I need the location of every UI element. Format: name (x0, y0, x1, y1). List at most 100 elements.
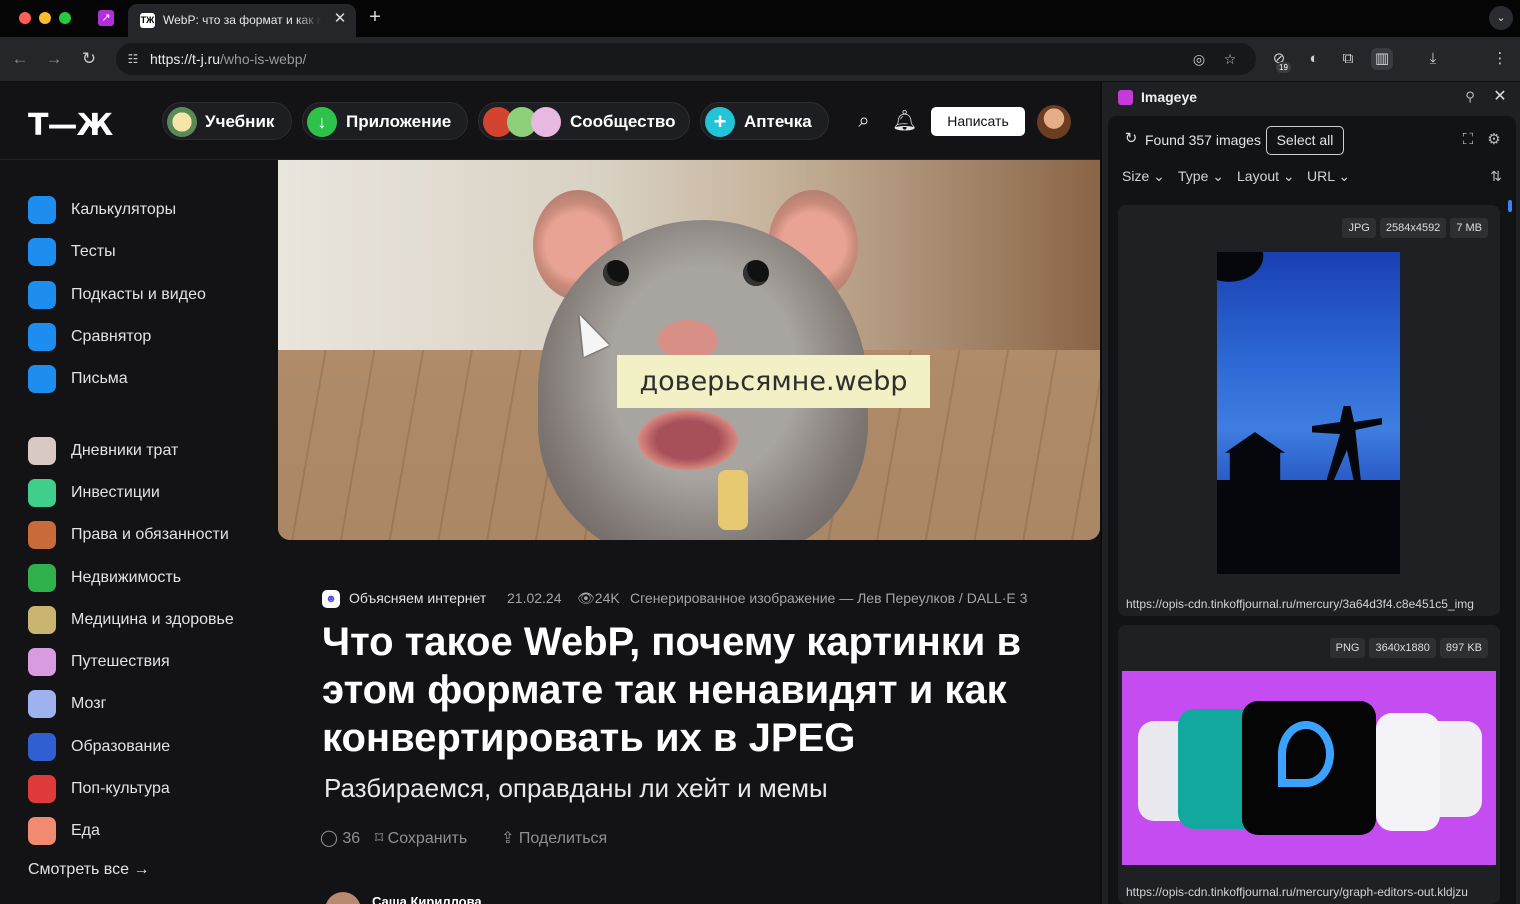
search-icon[interactable]: ⌕ (852, 109, 876, 133)
image-thumbnail[interactable] (1122, 671, 1496, 865)
pin-icon[interactable]: ⚲ (1461, 88, 1479, 106)
image-card[interactable]: PNG 3640x1880 897 KB https://opis-cdn.tink… (1118, 625, 1500, 904)
image-card[interactable]: JPG 2584x4592 7 MB https://opis-cdn.tinkof… (1118, 205, 1500, 616)
download-app-icon: ↓ (307, 107, 337, 137)
sidebar-item[interactable]: Сравнятор (28, 323, 268, 353)
maximize-window-button[interactable] (59, 12, 71, 24)
sidebar-item-label: Письма (71, 370, 128, 387)
filter-type[interactable]: Type ⌄ (1178, 168, 1224, 185)
sidebar-item-label: Недвижимость (71, 569, 182, 586)
sidebar-item[interactable]: Калькуляторы (28, 196, 268, 226)
sidebar-item[interactable]: Образование (28, 733, 268, 763)
download-icon[interactable]: ⤓ (1422, 48, 1444, 70)
author-name[interactable]: Саша Кириллова (372, 894, 482, 904)
sidebar-item[interactable]: Дневники трат (28, 437, 268, 467)
pinned-tab-icon[interactable]: ↗ (98, 10, 114, 26)
sidebar-item[interactable]: Инвестиции (28, 479, 268, 509)
tab-favicon-icon: TЖ (140, 13, 155, 28)
minimize-window-button[interactable] (39, 12, 51, 24)
close-window-button[interactable] (19, 12, 31, 24)
nav-community[interactable]: Сообщество (478, 102, 690, 140)
article-title: Что такое WebP, почему картинки в этом ф… (322, 620, 1022, 760)
share-button[interactable]: ⇪ Поделиться (501, 828, 607, 848)
author-avatar[interactable] (325, 892, 361, 904)
sidebar-item-label: Сравнятор (71, 328, 152, 345)
save-button[interactable]: ⌑ Сохранить (375, 828, 467, 848)
category-icon (28, 521, 56, 549)
filter-url[interactable]: URL ⌄ (1307, 168, 1350, 185)
sidebar-item[interactable]: Медицина и здоровье (28, 606, 268, 636)
sidebar-item[interactable]: Письма (28, 365, 268, 395)
gear-icon[interactable]: ⚙ (1484, 130, 1504, 150)
nav-medkit[interactable]: + Аптечка (700, 102, 829, 140)
category-icon (28, 733, 56, 761)
rubric-link[interactable]: Объясняем интернет (349, 590, 486, 606)
refresh-icon[interactable]: ↻ (1122, 130, 1140, 148)
share-icon: ⇪ (501, 830, 519, 847)
nav-label: Учебник (205, 112, 275, 131)
sort-icon[interactable]: ⇅ (1486, 166, 1506, 186)
found-count: Found 357 images (1145, 132, 1261, 148)
write-button[interactable]: Написать (931, 107, 1025, 136)
forward-arrow-icon[interactable]: → (43, 48, 65, 70)
sidebar-item[interactable]: Тесты (28, 238, 268, 268)
sidebar-item[interactable]: Еда (28, 817, 268, 847)
sidebar-item[interactable]: Мозг (28, 690, 268, 720)
eye-icon: 👁︎ (577, 590, 595, 606)
select-all-button[interactable]: Select all (1266, 126, 1344, 155)
reload-icon[interactable]: ↻ (78, 48, 100, 70)
eye-off-icon[interactable]: ◎ (1190, 50, 1208, 68)
sidebar-item[interactable]: Подкасты и видео (28, 281, 268, 311)
active-tab[interactable]: TЖ WebP: что за формат и как к ✕ (128, 4, 356, 37)
sidebar-item-label: Подкасты и видео (71, 286, 206, 303)
nav-label: Сообщество (570, 112, 676, 131)
image-url[interactable]: https://opis-cdn.tinkoffjournal.ru/mercu… (1126, 885, 1492, 899)
tab-search-chevron-icon[interactable]: ⌄ (1489, 6, 1513, 30)
image-thumbnail[interactable] (1217, 252, 1400, 574)
tab-close-icon[interactable]: ✕ (331, 10, 349, 28)
tab-strip: ↗ TЖ WebP: что за формат и как к ✕ + ⌄ (0, 0, 1520, 37)
tab-title: WebP: что за формат и как к (163, 13, 321, 27)
side-panel-icon[interactable]: ▥ (1371, 48, 1393, 70)
size-badge: 7 MB (1450, 218, 1488, 238)
bell-icon[interactable]: 🔔︎ (892, 109, 917, 133)
imageye-side-panel: Imageye ⚲ ✕ ↻ Found 357 images Select al… (1101, 82, 1520, 904)
see-all-link[interactable]: Смотреть все → (28, 861, 149, 879)
user-avatar[interactable] (1037, 105, 1071, 139)
sidebar-item-label: Еда (71, 822, 100, 839)
nav-app[interactable]: ↓ Приложение (302, 102, 468, 140)
sidebar-item[interactable]: Путешествия (28, 648, 268, 678)
site-header: Т—Ж Учебник ↓ Приложение Сообщество + Ап… (0, 82, 1100, 160)
image-url[interactable]: https://opis-cdn.tinkoffjournal.ru/mercu… (1126, 597, 1492, 611)
new-tab-button[interactable]: + (364, 6, 386, 28)
extension-globe-icon[interactable]: ◐ (1303, 48, 1325, 70)
scrollbar[interactable] (1508, 200, 1512, 212)
picsart-icon (1242, 701, 1376, 835)
category-icon (28, 690, 56, 718)
kebab-menu-icon[interactable]: ⋮ (1489, 48, 1511, 70)
screenshot-icon[interactable]: ⛶ (1458, 130, 1478, 150)
comments-button[interactable]: ◯ 36 (320, 828, 360, 848)
sidebar-item[interactable]: Недвижимость (28, 564, 268, 594)
site-logo[interactable]: Т—Ж (28, 108, 113, 143)
bookmark-star-icon[interactable]: ☆ (1221, 50, 1239, 68)
size-badge: 897 KB (1439, 638, 1488, 658)
url-text[interactable]: https://t-j.ru/who-is-webp/ (150, 51, 306, 67)
nav-label: Приложение (346, 112, 452, 131)
nav-textbook[interactable]: Учебник (162, 102, 292, 140)
nav-label: Аптечка (744, 112, 812, 131)
sidebar-item[interactable]: Поп-культура (28, 775, 268, 805)
sidebar-item-label: Права и обязанности (71, 526, 229, 543)
close-panel-icon[interactable]: ✕ (1490, 87, 1510, 107)
filter-size[interactable]: Size ⌄ (1122, 168, 1165, 185)
filter-layout[interactable]: Layout ⌄ (1237, 168, 1295, 185)
sidebar-item-label: Медицина и здоровье (71, 611, 234, 628)
back-arrow-icon[interactable]: ← (9, 48, 31, 70)
sidebar-item-label: Поп-культура (71, 780, 170, 797)
category-icon (28, 775, 56, 803)
address-bar[interactable]: ☷ https://t-j.ru/who-is-webp/ ◎ ☆ (116, 43, 1256, 75)
extensions-puzzle-icon[interactable]: ⧉ (1337, 48, 1359, 70)
rat-eye (743, 260, 769, 286)
sidebar-item[interactable]: Права и обязанности (28, 521, 268, 551)
site-info-icon[interactable]: ☷ (124, 50, 142, 68)
